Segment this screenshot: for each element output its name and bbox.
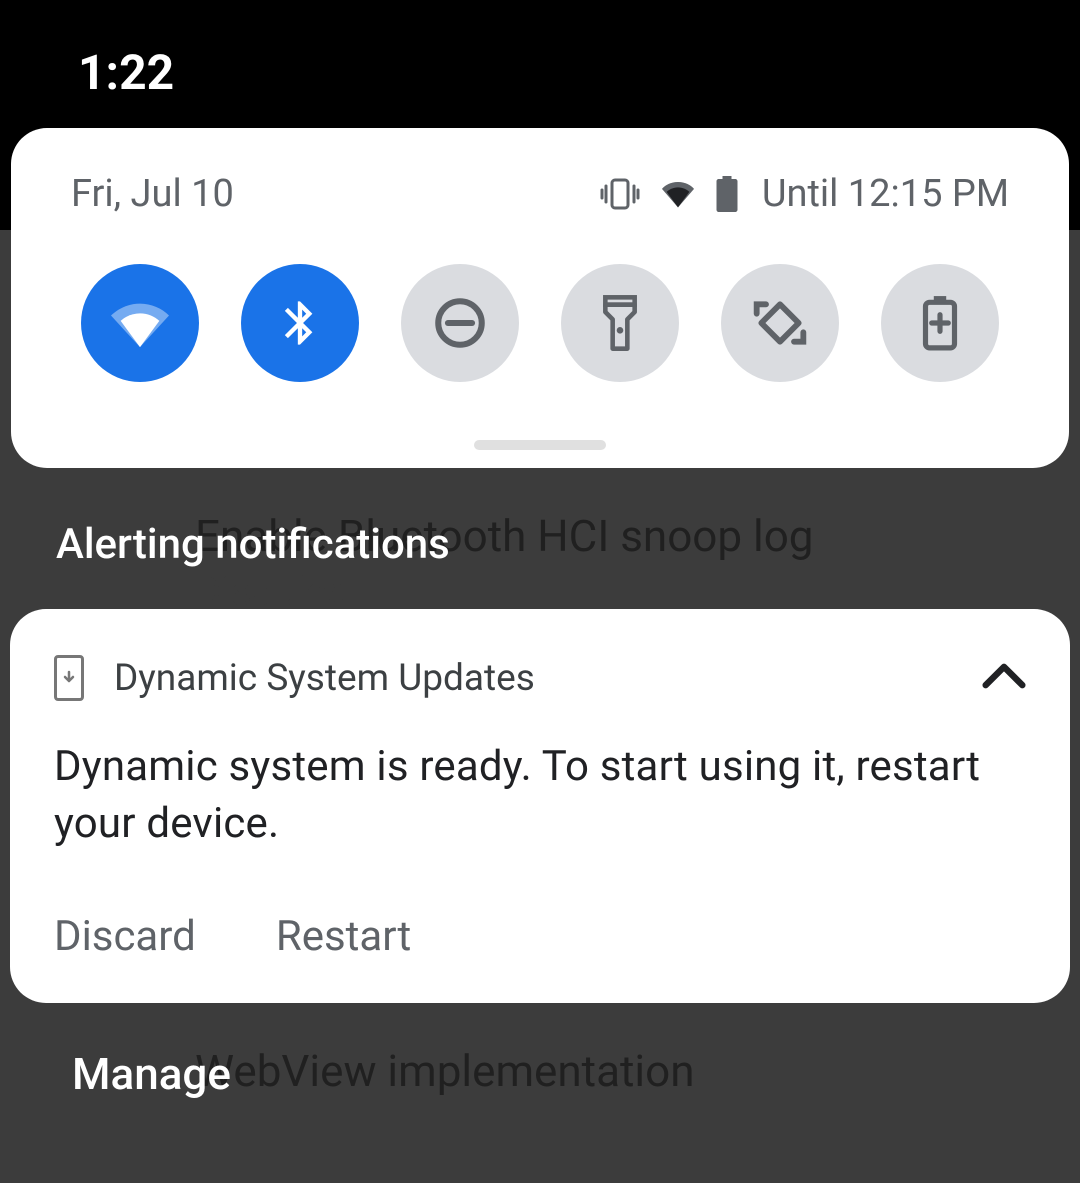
discard-button[interactable]: Discard bbox=[54, 912, 196, 961]
quick-settings-tiles bbox=[71, 264, 1009, 382]
qs-tile-flashlight[interactable] bbox=[561, 264, 679, 382]
status-icons: Until 12:15 PM bbox=[600, 172, 1009, 216]
manage-button[interactable]: Manage bbox=[72, 1048, 231, 1100]
dnd-icon bbox=[431, 294, 489, 352]
battery-saver-icon bbox=[920, 294, 960, 352]
vibrate-icon bbox=[600, 178, 640, 210]
notification-header: Dynamic System Updates bbox=[54, 655, 1026, 701]
notification-card[interactable]: Dynamic System Updates Dynamic system is… bbox=[10, 609, 1070, 1003]
wifi-status-icon bbox=[658, 178, 698, 210]
qs-tile-autorotate[interactable] bbox=[721, 264, 839, 382]
quick-settings-date: Fri, Jul 10 bbox=[71, 172, 234, 216]
notification-header-left: Dynamic System Updates bbox=[54, 655, 535, 701]
restart-button[interactable]: Restart bbox=[276, 912, 411, 961]
wifi-icon bbox=[111, 294, 169, 352]
alarm-until-label: Until 12:15 PM bbox=[762, 172, 1009, 216]
background-row-title: WebView implementation bbox=[195, 1045, 1080, 1097]
quick-settings-header: Fri, Jul 10 Until 12:15 PM bbox=[71, 172, 1009, 216]
collapse-icon[interactable] bbox=[982, 662, 1026, 694]
battery-status-icon bbox=[716, 176, 738, 212]
background-row-subtitle: Disabled bbox=[195, 568, 1080, 615]
bluetooth-icon bbox=[274, 294, 326, 352]
qs-tile-battery-saver[interactable] bbox=[881, 264, 999, 382]
notification-actions: Discard Restart bbox=[54, 912, 1026, 961]
status-bar-clock: 1:22 bbox=[78, 44, 174, 101]
qs-tile-wifi[interactable] bbox=[81, 264, 199, 382]
quick-settings-panel: Fri, Jul 10 Until 12:15 PM bbox=[11, 128, 1069, 468]
quick-settings-handle[interactable] bbox=[474, 440, 606, 450]
qs-tile-bluetooth[interactable] bbox=[241, 264, 359, 382]
system-update-icon bbox=[54, 655, 84, 701]
notification-body: Dynamic system is ready. To start using … bbox=[54, 739, 1026, 852]
background-row: WebView implementation bbox=[195, 1045, 1080, 1097]
flashlight-icon bbox=[598, 293, 642, 353]
notification-app-name: Dynamic System Updates bbox=[114, 657, 535, 700]
autorotate-icon bbox=[750, 295, 810, 351]
notifications-section-label: Alerting notifications bbox=[56, 520, 450, 569]
qs-tile-dnd[interactable] bbox=[401, 264, 519, 382]
